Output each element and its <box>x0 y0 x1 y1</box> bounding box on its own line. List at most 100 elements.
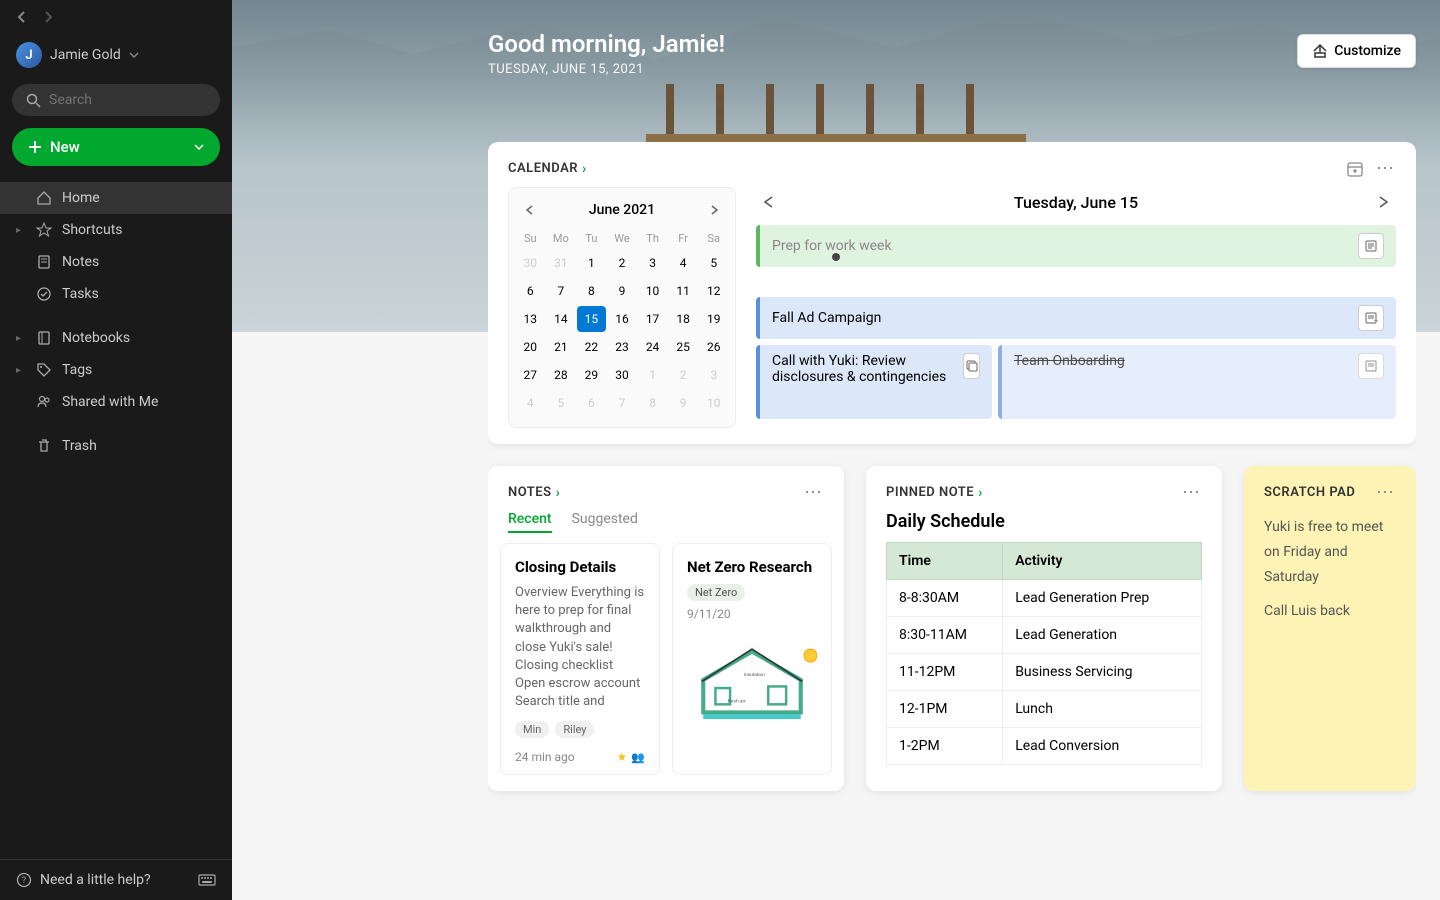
event-call[interactable]: Call with Yuki: Review disclosures & con… <box>756 345 992 419</box>
cal-day[interactable]: 29 <box>577 362 606 388</box>
cal-day[interactable]: 6 <box>516 278 545 304</box>
cal-day[interactable]: 26 <box>699 334 728 360</box>
cal-day[interactable]: 3 <box>638 250 667 276</box>
table-row: 1-2PMLead Conversion <box>887 728 1202 765</box>
notebook-icon <box>36 330 52 346</box>
cal-day[interactable]: 2 <box>669 362 698 388</box>
cal-day[interactable]: 31 <box>547 250 576 276</box>
note-card-closing[interactable]: Closing Details Overview Everything is h… <box>500 543 660 775</box>
nav-home[interactable]: Home <box>0 182 232 214</box>
pinned-title[interactable]: PINNED NOTE › <box>886 485 983 501</box>
notes-title[interactable]: NOTES › <box>508 485 560 501</box>
search-input[interactable] <box>12 84 220 116</box>
cal-dow: Su <box>515 228 546 249</box>
tab-suggested[interactable]: Suggested <box>572 511 638 533</box>
copy-icon[interactable] <box>963 353 980 379</box>
cal-day[interactable]: 2 <box>608 250 637 276</box>
cal-day[interactable]: 28 <box>547 362 576 388</box>
nav-shortcuts[interactable]: ▸ Shortcuts <box>0 214 232 246</box>
cal-day[interactable]: 3 <box>699 362 728 388</box>
nav-tags[interactable]: ▸ Tags <box>0 354 232 386</box>
nav-shared[interactable]: Shared with Me <box>0 386 232 418</box>
cal-day[interactable]: 5 <box>699 250 728 276</box>
cal-day[interactable]: 6 <box>577 390 606 416</box>
notes-card: NOTES › ⋯ Recent Suggested Closing Detai… <box>488 466 844 791</box>
cal-day[interactable]: 19 <box>699 306 728 332</box>
more-icon[interactable]: ⋯ <box>804 482 824 503</box>
cal-day[interactable]: 15 <box>577 306 606 332</box>
nav-label: Tasks <box>62 286 99 302</box>
nav-notes[interactable]: Notes <box>0 246 232 278</box>
search-icon <box>26 93 41 108</box>
cal-day[interactable]: 5 <box>547 390 576 416</box>
cal-day[interactable]: 10 <box>699 390 728 416</box>
calendar-add-icon[interactable] <box>1346 160 1364 178</box>
new-button[interactable]: New <box>12 128 220 166</box>
user-menu[interactable]: J Jamie Gold <box>0 34 232 84</box>
cal-day[interactable]: 23 <box>608 334 637 360</box>
note-title: Closing Details <box>515 558 645 576</box>
cal-day[interactable]: 27 <box>516 362 545 388</box>
event-prep[interactable]: Prep for work week <box>756 225 1396 267</box>
calendar-title[interactable]: CALENDAR › <box>508 161 587 177</box>
cal-day[interactable]: 7 <box>608 390 637 416</box>
customize-button[interactable]: Customize <box>1297 34 1416 68</box>
event-fall[interactable]: Fall Ad Campaign + <box>756 297 1396 339</box>
keyboard-icon[interactable] <box>198 874 216 886</box>
cal-day[interactable]: 25 <box>669 334 698 360</box>
cal-day[interactable]: 9 <box>608 278 637 304</box>
more-icon[interactable]: ⋯ <box>1182 482 1202 503</box>
cal-prev[interactable] <box>523 204 537 216</box>
cal-day[interactable]: 1 <box>577 250 606 276</box>
main: Good morning, Jamie! TUESDAY, JUNE 15, 2… <box>232 0 1440 900</box>
note-card-netzero[interactable]: Net Zero Research Net Zero 9/11/20 insul… <box>672 543 832 775</box>
cal-day[interactable]: 4 <box>669 250 698 276</box>
more-icon[interactable]: ⋯ <box>1376 482 1396 503</box>
cal-day[interactable]: 12 <box>699 278 728 304</box>
cal-day[interactable]: 11 <box>669 278 698 304</box>
scratch-body[interactable]: Yuki is free to meet on Friday and Satur… <box>1244 511 1416 628</box>
cal-day[interactable]: 30 <box>608 362 637 388</box>
note-date: 9/11/20 <box>687 607 817 621</box>
cal-day[interactable]: 24 <box>638 334 667 360</box>
more-icon[interactable]: ⋯ <box>1376 158 1396 179</box>
back-arrow[interactable] <box>16 10 32 24</box>
chevron-right-icon: › <box>582 161 587 177</box>
table-cell: Lead Generation Prep <box>1003 580 1202 617</box>
cal-next[interactable] <box>707 204 721 216</box>
cal-day[interactable]: 1 <box>638 362 667 388</box>
cal-day[interactable]: 16 <box>608 306 637 332</box>
cal-day[interactable]: 7 <box>547 278 576 304</box>
cal-day[interactable]: 30 <box>516 250 545 276</box>
agenda-next[interactable] <box>1370 191 1396 213</box>
chevron-right-icon: › <box>978 485 983 501</box>
cal-day[interactable]: 9 <box>669 390 698 416</box>
cal-dow: Tu <box>576 228 607 249</box>
nav-notebooks[interactable]: ▸ Notebooks <box>0 322 232 354</box>
note-link-icon[interactable] <box>1358 353 1384 379</box>
cal-day[interactable]: 4 <box>516 390 545 416</box>
forward-arrow[interactable] <box>44 10 60 24</box>
search-field[interactable] <box>49 92 206 108</box>
cal-day[interactable]: 10 <box>638 278 667 304</box>
cal-day[interactable]: 20 <box>516 334 545 360</box>
agenda-prev[interactable] <box>756 191 782 213</box>
cal-day[interactable]: 14 <box>547 306 576 332</box>
cal-day[interactable]: 18 <box>669 306 698 332</box>
note-link-icon[interactable] <box>1358 233 1384 259</box>
help-link[interactable]: ? Need a little help? <box>16 872 151 888</box>
cal-day[interactable]: 13 <box>516 306 545 332</box>
nav-trash[interactable]: Trash <box>0 430 232 462</box>
cal-day[interactable]: 8 <box>577 278 606 304</box>
cal-day[interactable]: 21 <box>547 334 576 360</box>
event-team[interactable]: Team Onboarding <box>998 345 1396 419</box>
note-link-icon[interactable]: + <box>1358 305 1384 331</box>
cal-dow: We <box>607 228 638 249</box>
cal-month: June 2021 <box>589 202 655 218</box>
tab-recent[interactable]: Recent <box>508 511 552 533</box>
note-time: 24 min ago <box>515 750 575 764</box>
nav-tasks[interactable]: Tasks <box>0 278 232 310</box>
cal-day[interactable]: 22 <box>577 334 606 360</box>
cal-day[interactable]: 8 <box>638 390 667 416</box>
cal-day[interactable]: 17 <box>638 306 667 332</box>
